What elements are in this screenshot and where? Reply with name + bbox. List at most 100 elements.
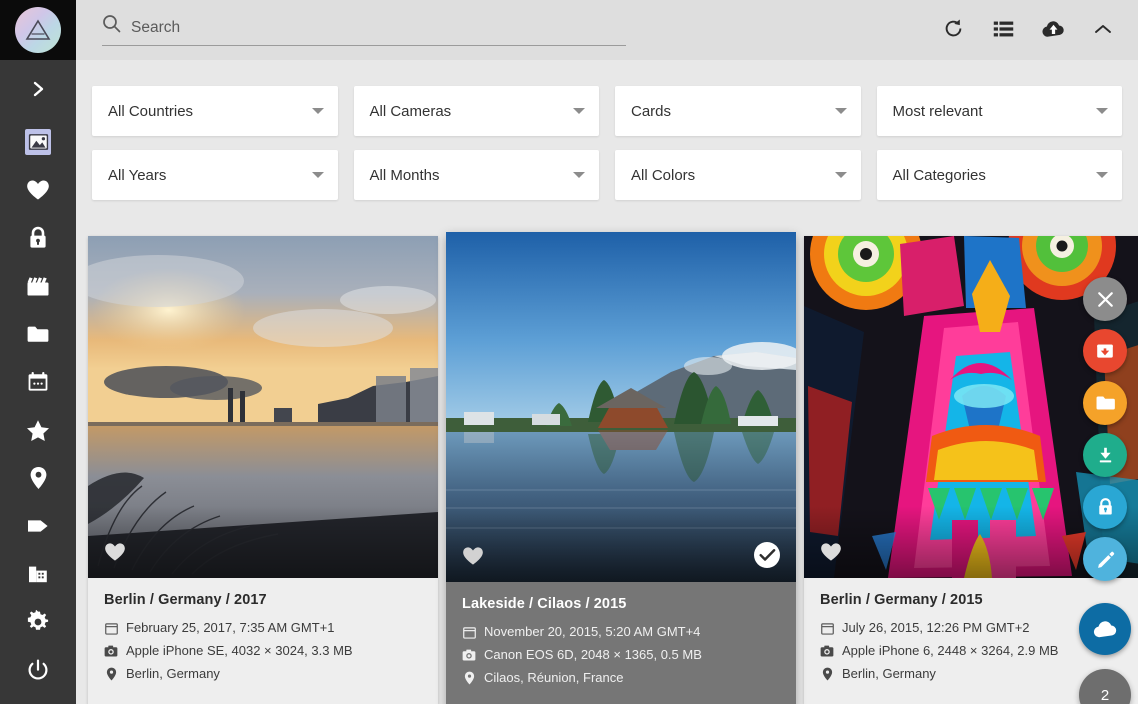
cloud-icon	[1092, 620, 1118, 639]
photo-date: February 25, 2017, 7:35 AM GMT+1	[126, 620, 334, 636]
sidebar-expand-button[interactable]	[0, 60, 76, 118]
selection-checkmark[interactable]	[754, 542, 780, 568]
filter-colors-value: All Colors	[631, 167, 835, 184]
sidebar	[0, 0, 76, 704]
refresh-button[interactable]	[936, 13, 970, 47]
image-icon	[25, 129, 51, 155]
collapse-button[interactable]	[1086, 13, 1120, 47]
heart-icon	[462, 546, 484, 566]
chevron-down-icon	[835, 172, 847, 178]
cloud-sync-button[interactable]	[1079, 603, 1131, 655]
archive-button[interactable]	[1083, 329, 1127, 373]
photo-camera: Canon EOS 6D, 2048 × 1365, 0.5 MB	[484, 647, 702, 663]
map-pin-icon	[820, 667, 834, 681]
refresh-icon	[943, 18, 964, 42]
photo-date: July 26, 2015, 12:26 PM GMT+2	[842, 620, 1030, 636]
building-icon	[25, 561, 51, 587]
chevron-down-icon	[573, 172, 585, 178]
photo-camera-row: Apple iPhone SE, 4032 × 3024, 3.3 MB	[104, 643, 422, 659]
calendar-icon	[104, 621, 118, 635]
filter-countries-value: All Countries	[108, 103, 312, 120]
filter-months-value: All Months	[370, 167, 574, 184]
photo-meta: Lakeside / Cilaos / 2015 November 20, 20…	[446, 582, 796, 704]
search-input[interactable]	[131, 18, 626, 38]
filter-sort[interactable]: Most relevant	[877, 86, 1123, 136]
photo-camera: Apple iPhone 6, 2448 × 3264, 2.9 MB	[842, 643, 1058, 659]
chevron-down-icon	[835, 108, 847, 114]
selection-count: 2	[1101, 687, 1109, 704]
tag-icon	[25, 513, 51, 539]
list-view-button[interactable]	[986, 13, 1020, 47]
top-header	[76, 0, 1138, 60]
map-pin-icon	[25, 465, 51, 491]
filter-colors[interactable]: All Colors	[615, 150, 861, 200]
filter-categories-value: All Categories	[893, 167, 1097, 184]
photo-place-row: Berlin, Germany	[104, 666, 422, 682]
close-selection-button[interactable]	[1083, 277, 1127, 321]
star-icon	[25, 417, 51, 443]
album-button[interactable]	[1083, 381, 1127, 425]
sidebar-item-folders[interactable]	[0, 310, 76, 358]
cloud-upload-button[interactable]	[1036, 13, 1070, 47]
sidebar-item-favorites[interactable]	[0, 166, 76, 214]
sidebar-item-calendar[interactable]	[0, 358, 76, 406]
app-logo[interactable]	[0, 0, 76, 60]
photo-camera: Apple iPhone SE, 4032 × 3024, 3.3 MB	[126, 643, 353, 659]
lock-icon	[25, 225, 51, 251]
chevron-down-icon	[312, 172, 324, 178]
private-button[interactable]	[1083, 485, 1127, 529]
thumb-gradient	[88, 506, 438, 578]
sidebar-item-library[interactable]	[0, 550, 76, 598]
heart-icon	[25, 177, 51, 203]
sidebar-item-places[interactable]	[0, 454, 76, 502]
favorite-toggle[interactable]	[820, 542, 842, 564]
power-icon	[25, 657, 51, 683]
filter-years[interactable]: All Years	[92, 150, 338, 200]
map-pin-icon	[104, 667, 118, 681]
map-pin-icon	[462, 671, 476, 685]
thumb-gradient	[446, 510, 796, 582]
photo-card[interactable]: Lakeside / Cilaos / 2015 November 20, 20…	[446, 232, 796, 704]
photo-thumbnail[interactable]	[88, 236, 438, 578]
photo-thumbnail[interactable]	[446, 232, 796, 582]
filter-years-value: All Years	[108, 167, 312, 184]
filter-bar: All Countries All Cameras Cards Most rel…	[76, 60, 1138, 216]
selection-count-badge[interactable]: 2	[1079, 669, 1131, 704]
calendar-icon	[25, 369, 51, 395]
sidebar-item-moments[interactable]	[0, 406, 76, 454]
favorite-toggle[interactable]	[104, 542, 126, 564]
filter-view[interactable]: Cards	[615, 86, 861, 136]
check-icon	[759, 548, 776, 562]
photo-place-row: Cilaos, Réunion, France	[462, 670, 780, 686]
cloud-upload-icon	[1041, 19, 1066, 42]
sidebar-item-settings[interactable]	[0, 598, 76, 646]
sidebar-item-private[interactable]	[0, 214, 76, 262]
filter-cameras[interactable]: All Cameras	[354, 86, 600, 136]
app-root: All Countries All Cameras Cards Most rel…	[0, 0, 1138, 704]
sidebar-item-photos[interactable]	[0, 118, 76, 166]
sidebar-item-logout[interactable]	[0, 646, 76, 694]
camera-icon	[820, 644, 834, 658]
photo-date-row: February 25, 2017, 7:35 AM GMT+1	[104, 620, 422, 636]
photo-place: Cilaos, Réunion, France	[484, 670, 623, 686]
download-button[interactable]	[1083, 433, 1127, 477]
filter-months[interactable]: All Months	[354, 150, 600, 200]
chevron-down-icon	[1096, 172, 1108, 178]
filter-categories[interactable]: All Categories	[877, 150, 1123, 200]
download-icon	[1096, 445, 1115, 465]
sidebar-item-videos[interactable]	[0, 262, 76, 310]
sidebar-item-labels[interactable]	[0, 502, 76, 550]
folder-icon	[1095, 394, 1116, 412]
photo-title: Lakeside / Cilaos / 2015	[462, 596, 780, 612]
favorite-toggle[interactable]	[462, 546, 484, 568]
photo-date-row: November 20, 2015, 5:20 AM GMT+4	[462, 624, 780, 640]
filter-cameras-value: All Cameras	[370, 103, 574, 120]
chevron-down-icon	[1096, 108, 1108, 114]
search-bar[interactable]	[102, 14, 626, 46]
photo-card[interactable]: Berlin / Germany / 2017 February 25, 201…	[88, 236, 438, 704]
edit-button[interactable]	[1083, 537, 1127, 581]
camera-icon	[104, 644, 118, 658]
filter-countries[interactable]: All Countries	[92, 86, 338, 136]
chevron-right-icon	[30, 79, 46, 99]
list-icon	[993, 20, 1014, 41]
